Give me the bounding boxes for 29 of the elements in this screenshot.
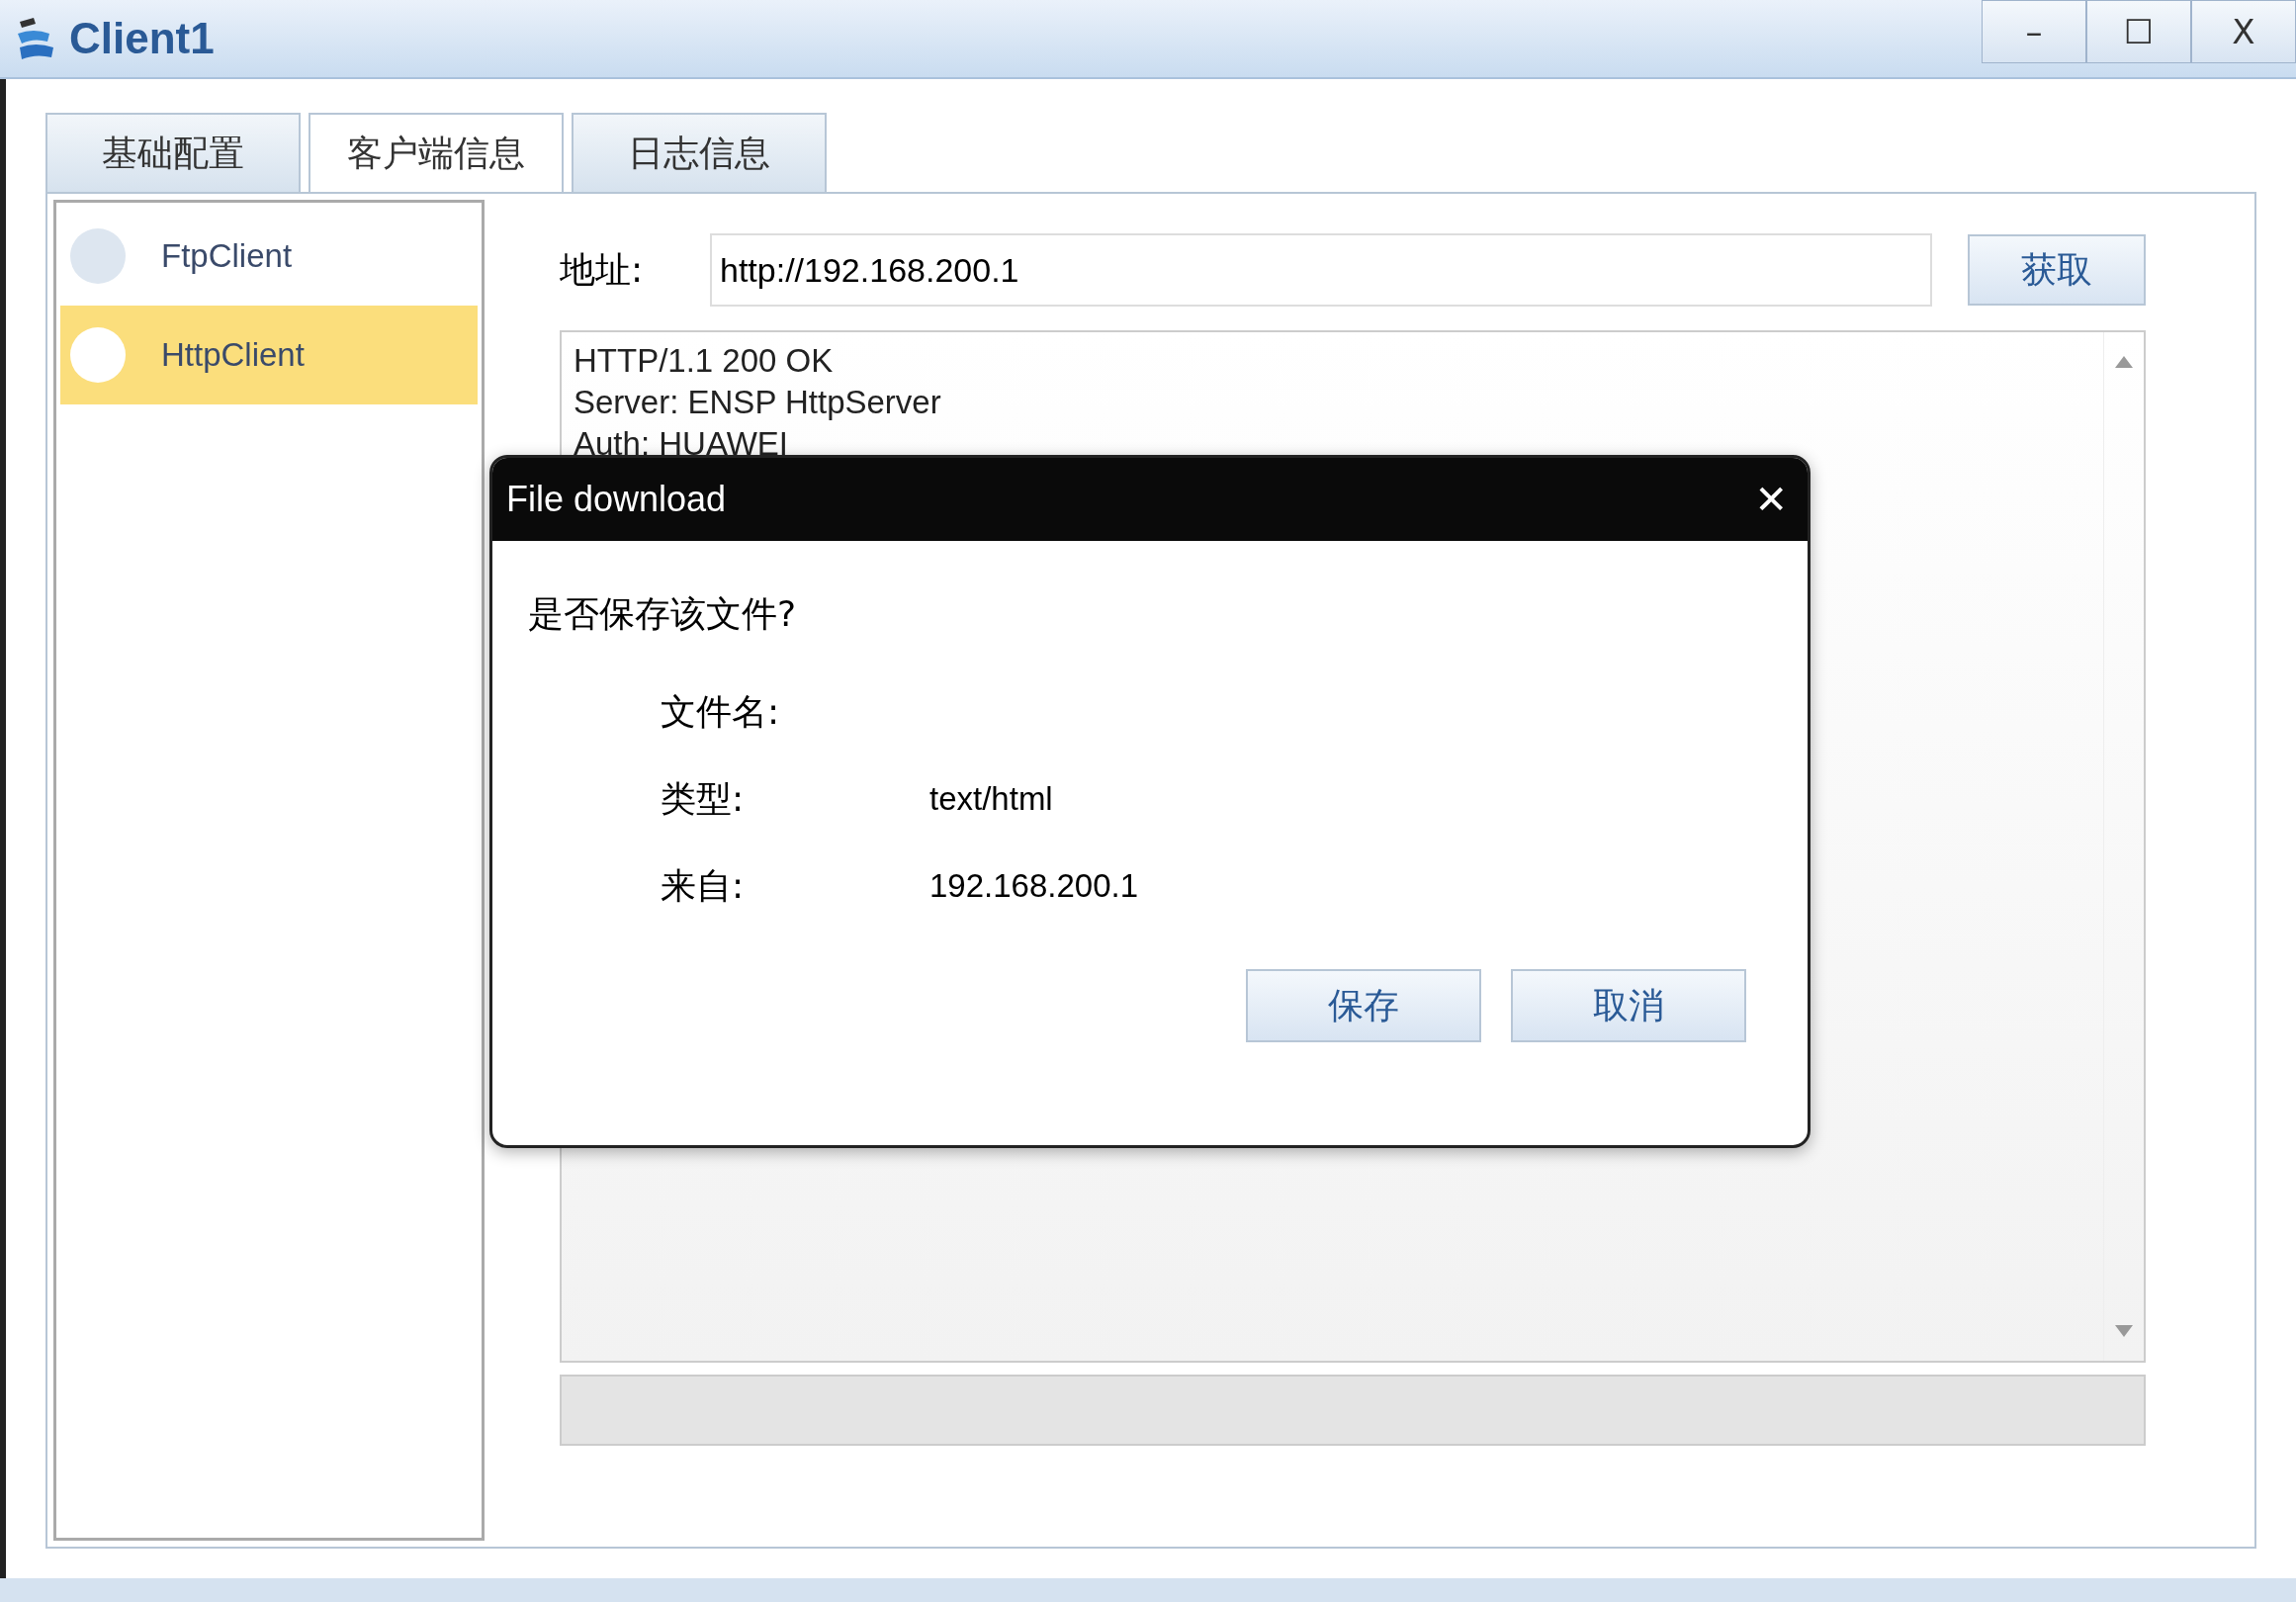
close-button[interactable]: ✕: [1748, 476, 1794, 523]
save-button[interactable]: 保存: [1246, 969, 1481, 1042]
address-label: 地址:: [560, 247, 645, 292]
tab[interactable]: 基础配置: [45, 113, 301, 192]
field-label: 类型:: [661, 776, 746, 821]
scroll-up-icon[interactable]: [2114, 354, 2134, 370]
close-button[interactable]: X: [2191, 0, 2296, 63]
field-label: 文件名:: [661, 689, 781, 734]
sidebar-item[interactable]: FtpClient: [60, 207, 478, 306]
dialog-question: 是否保存该文件?: [528, 592, 798, 636]
field-label: 来自:: [661, 863, 746, 908]
status-icon: [70, 228, 126, 284]
tab[interactable]: 客户端信息: [309, 113, 564, 192]
dialog-title: File download: [506, 479, 727, 520]
cancel-button[interactable]: 取消: [1511, 969, 1746, 1042]
sidebar-item[interactable]: HttpClient: [60, 306, 478, 404]
field-value: 192.168.200.1: [929, 867, 1139, 905]
window-title: Client1: [69, 14, 215, 63]
response-line: HTTP/1.1 200 OK: [574, 341, 835, 381]
minimize-button[interactable]: –: [1982, 0, 2086, 63]
maximize-button[interactable]: ☐: [2086, 0, 2191, 63]
response-line: Server: ENSP HttpServer: [574, 383, 942, 422]
status-icon: [70, 327, 126, 383]
scroll-down-icon[interactable]: [2114, 1323, 2134, 1339]
tab[interactable]: 日志信息: [572, 113, 827, 192]
response-line: Auth: HUAWEI: [574, 424, 789, 464]
fetch-button[interactable]: 获取: [1968, 234, 2146, 306]
address-field[interactable]: http://192.168.200.1: [710, 233, 1932, 307]
field-value: text/html: [929, 780, 1053, 818]
